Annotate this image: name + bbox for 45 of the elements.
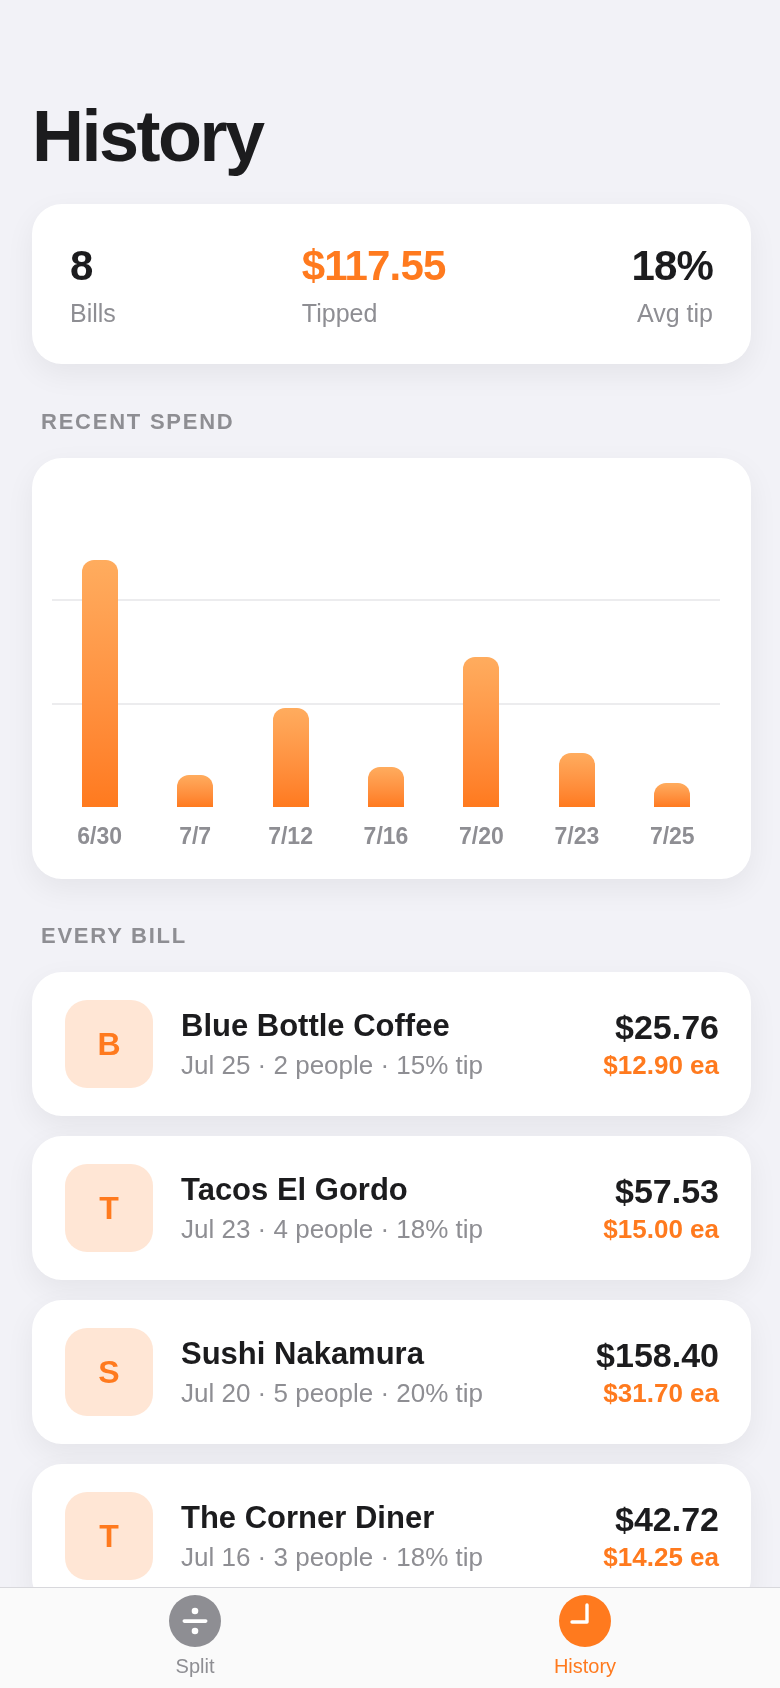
- bill-total: $25.76: [615, 1010, 719, 1044]
- date-label: 7/12: [268, 825, 313, 848]
- bill-total: $57.53: [615, 1174, 719, 1208]
- bill-details: Jul 25 · 2 people · 15% tip: [181, 1052, 484, 1078]
- amount-each: $31.70 ea: [603, 1380, 719, 1406]
- bill-name: The Corner Diner: [181, 1502, 435, 1533]
- initial-avatar: T: [65, 1164, 153, 1252]
- date-label: 7/7: [179, 825, 212, 848]
- bill-card[interactable]: T Tacos El Gordo Jul 23 · 4 people · 18% tip $57.53 $15.00 ea: [32, 1136, 751, 1280]
- amount-each: $12.90 ea: [603, 1052, 719, 1078]
- bill-details: Jul 23 · 4 people · 18% tip: [181, 1216, 484, 1242]
- initial-avatar: T: [65, 1492, 153, 1580]
- bill-details: Jul 16 · 3 people · 18% tip: [181, 1544, 484, 1570]
- stat-value: $117.55: [301, 245, 446, 287]
- bill-total: $42.72: [615, 1502, 719, 1536]
- bill-card[interactable]: S Sushi Nakamura Jul 20 · 5 people · 20% tip $158.40 $31.70 ea: [32, 1300, 751, 1444]
- chart-bar: [177, 775, 214, 807]
- amount-each: $15.00 ea: [603, 1216, 719, 1242]
- bill-total: $158.40: [596, 1338, 719, 1372]
- chart-bar: [654, 783, 691, 807]
- chart-bar: [558, 753, 595, 807]
- section-heading: RECENT SPEND: [41, 411, 235, 433]
- stat-label: Bills: [70, 301, 116, 326]
- initial-avatar: S: [65, 1328, 153, 1416]
- section-heading: EVERY BILL: [41, 925, 187, 947]
- bill-name: Tacos El Gordo: [181, 1174, 408, 1205]
- divide-icon: [169, 1595, 221, 1647]
- bill-card[interactable]: T The Corner Diner Jul 16 · 3 people · 18% tip $42.72 $14.25 ea: [32, 1464, 751, 1587]
- bill-card[interactable]: B Blue Bottle Coffee Jul 25 · 2 people · 15% tip $25.76 $12.90 ea: [32, 972, 751, 1116]
- stat-value: 8: [70, 245, 93, 287]
- chart-bar: [368, 767, 404, 807]
- date-label: 7/25: [649, 825, 695, 848]
- bill-name: Blue Bottle Coffee: [181, 1010, 450, 1041]
- clock-icon: [559, 1595, 611, 1647]
- date-label: 6/30: [77, 825, 123, 848]
- stat-label: Avg tip: [637, 301, 713, 326]
- date-label: 7/16: [363, 825, 409, 848]
- initial-avatar: B: [65, 1000, 153, 1088]
- bill-name: Sushi Nakamura: [181, 1338, 424, 1369]
- stat-label: Tipped: [301, 301, 378, 326]
- bill-details: Jul 20 · 5 people · 20% tip: [181, 1380, 484, 1406]
- date-label: 7/23: [554, 825, 600, 848]
- stat-value: 18%: [631, 245, 713, 287]
- date-label: 7/20: [459, 825, 504, 848]
- amount-each: $14.25 ea: [603, 1544, 719, 1570]
